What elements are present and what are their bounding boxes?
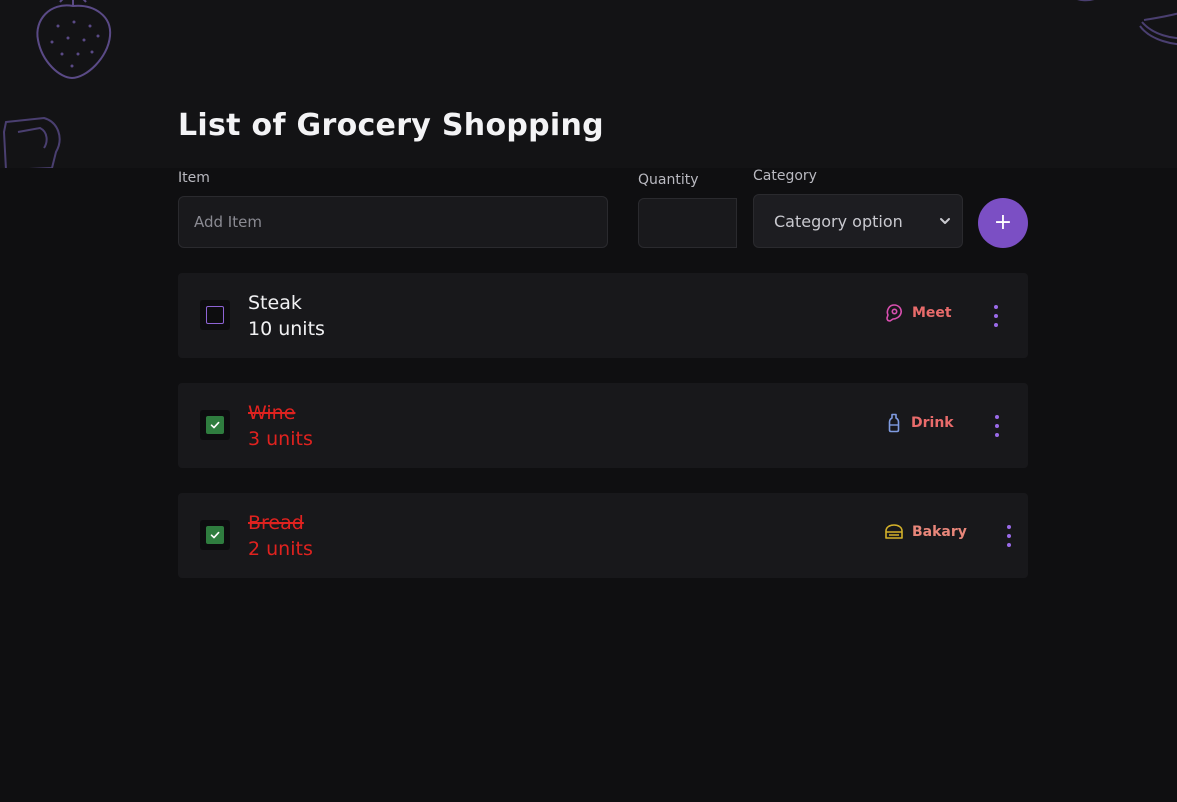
category-name: Meet bbox=[912, 305, 952, 321]
item-units: 10 units bbox=[248, 318, 325, 340]
item-name: Wine bbox=[248, 402, 296, 424]
leaf-icon bbox=[1077, 0, 1095, 2]
item-checkbox[interactable] bbox=[200, 300, 230, 330]
item-units: 2 units bbox=[248, 538, 313, 560]
category-tag: Bakary bbox=[884, 523, 967, 541]
bottle-icon bbox=[888, 413, 900, 433]
add-item-button[interactable]: + bbox=[978, 198, 1028, 248]
check-icon bbox=[210, 421, 220, 429]
category-tag: Meet bbox=[884, 303, 952, 323]
checkbox-box bbox=[206, 526, 224, 544]
checkbox-box bbox=[206, 416, 224, 434]
checkbox-box bbox=[206, 306, 224, 324]
category-tag: Drink bbox=[885, 413, 954, 433]
category-select[interactable]: Category option bbox=[753, 194, 963, 248]
item-name: Steak bbox=[248, 292, 302, 314]
strawberry-icon bbox=[36, 0, 112, 80]
quantity-input[interactable] bbox=[638, 198, 737, 248]
item-units: 3 units bbox=[248, 428, 313, 450]
bread-slice-icon bbox=[2, 116, 61, 168]
banana-icon bbox=[1139, 12, 1177, 46]
category-select-value: Category option bbox=[774, 211, 903, 231]
meat-icon bbox=[886, 304, 902, 322]
more-options-icon[interactable] bbox=[993, 305, 999, 327]
category-name: Bakary bbox=[912, 524, 967, 540]
check-icon bbox=[210, 531, 220, 539]
bread-icon bbox=[885, 524, 903, 539]
list-item: Steak 10 units Meet bbox=[178, 273, 1028, 358]
more-options-icon[interactable] bbox=[1006, 525, 1012, 547]
add-item-input[interactable] bbox=[178, 196, 608, 248]
category-name: Drink bbox=[911, 415, 954, 431]
category-label: Category bbox=[753, 168, 817, 184]
more-options-icon[interactable] bbox=[994, 415, 1000, 437]
list-item: Wine 3 units Drink bbox=[178, 383, 1028, 468]
item-label: Item bbox=[178, 170, 210, 186]
header-band: List of Grocery Shopping bbox=[0, 0, 1177, 168]
list-item: Bread 2 units Bakary bbox=[178, 493, 1028, 578]
item-checkbox[interactable] bbox=[200, 520, 230, 550]
quantity-label: Quantity bbox=[638, 172, 699, 188]
page-title: List of Grocery Shopping bbox=[178, 108, 604, 143]
item-name: Bread bbox=[248, 512, 304, 534]
chevron-down-icon bbox=[940, 218, 950, 224]
item-checkbox[interactable] bbox=[200, 410, 230, 440]
